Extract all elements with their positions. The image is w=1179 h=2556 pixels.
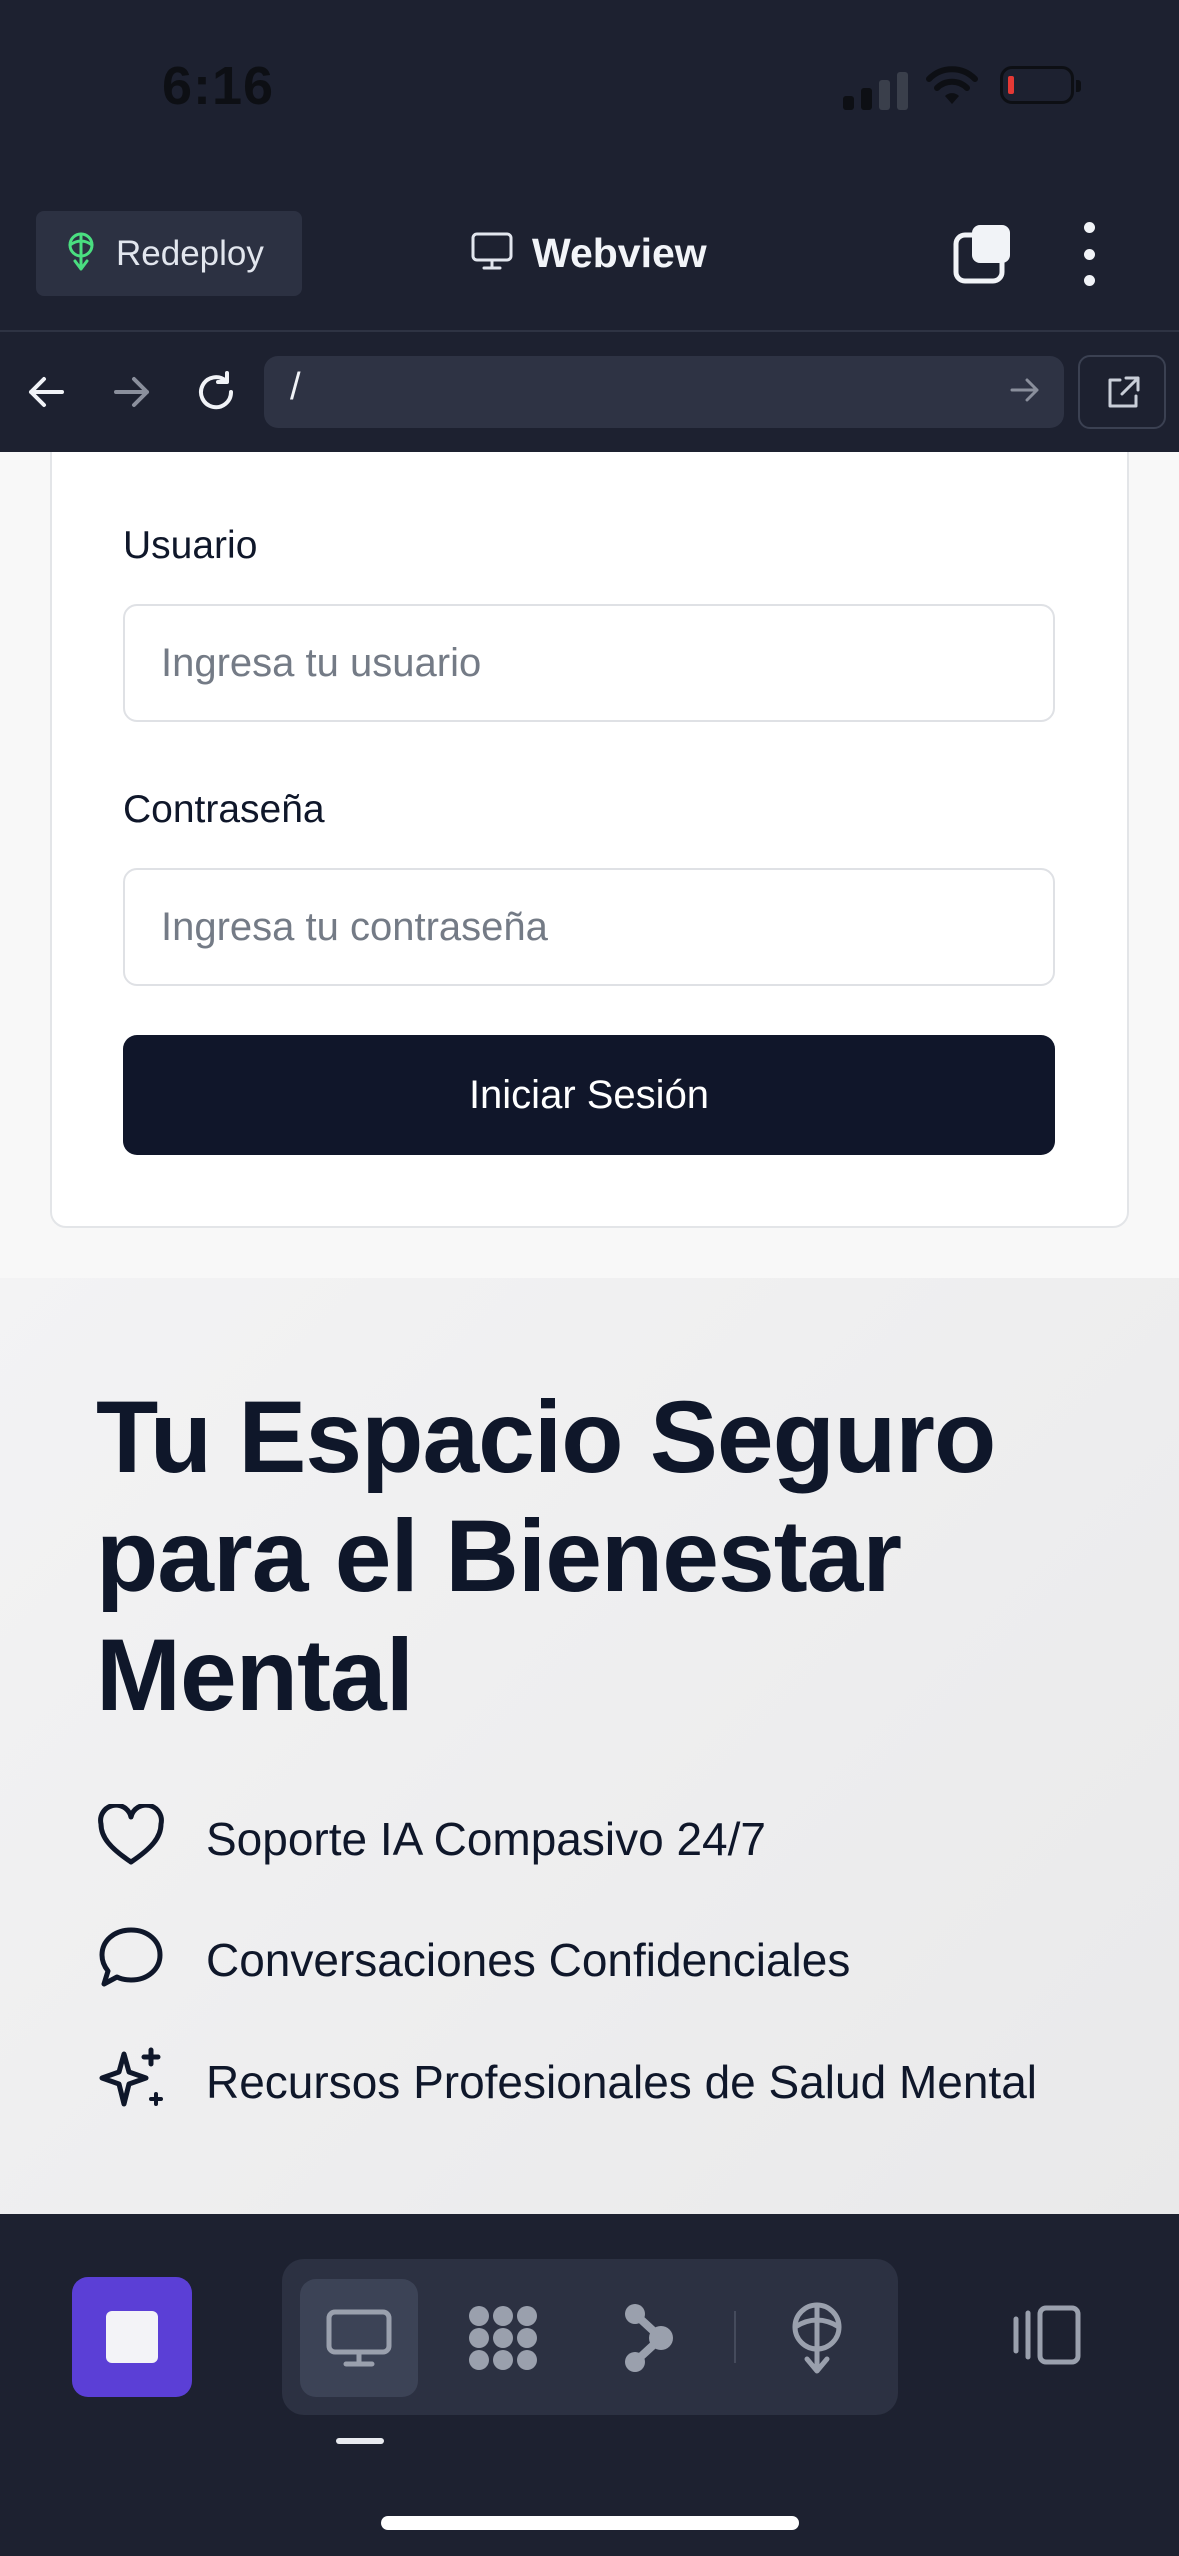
panel-toggle-icon: [1013, 2305, 1081, 2365]
redeploy-label: Redeploy: [116, 233, 264, 273]
username-input[interactable]: [123, 604, 1055, 722]
wifi-icon: [925, 66, 979, 111]
deploy-icon: [792, 2302, 842, 2374]
desktop-icon: [326, 2309, 392, 2367]
home-indicator: [381, 2516, 799, 2530]
redeploy-icon: [64, 231, 98, 276]
desktop-tool-button[interactable]: [300, 2279, 418, 2397]
login-button[interactable]: Iniciar Sesión: [123, 1035, 1055, 1155]
monitor-icon: [470, 231, 514, 276]
status-time: 6:16: [162, 56, 275, 116]
stop-button[interactable]: [72, 2277, 192, 2397]
more-options-icon[interactable]: [1074, 222, 1104, 286]
grid-icon: [469, 2306, 537, 2370]
feature-text: Conversaciones Confidenciales: [206, 1933, 851, 1986]
url-text: /: [290, 366, 301, 408]
chat-bubble-icon: [96, 1924, 166, 1995]
feature-text: Recursos Profesionales de Salud Mental: [206, 2055, 1038, 2108]
forward-arrow-icon[interactable]: [112, 372, 152, 417]
page-title: Webview: [532, 229, 707, 276]
password-input[interactable]: [123, 868, 1055, 986]
stop-icon: [106, 2311, 158, 2363]
password-label: Contraseña: [123, 788, 325, 831]
tabs-icon: [953, 225, 1010, 284]
tool-divider: [734, 2311, 736, 2363]
webview-title: Webview: [470, 222, 707, 284]
heart-icon: [96, 1802, 166, 1873]
feature-text: Soporte IA Compasivo 24/7: [206, 1812, 766, 1865]
hero-section: Tu Espacio Seguro para el Bienestar Ment…: [0, 1278, 1179, 2214]
feature-item: Conversaciones Confidenciales: [96, 1924, 850, 1995]
cellular-signal-icon: [843, 72, 908, 110]
tabs-button[interactable]: [952, 223, 1014, 285]
battery-icon: [1000, 66, 1081, 104]
tool-group: [282, 2259, 898, 2415]
back-arrow-icon[interactable]: [26, 372, 66, 417]
external-link-icon: [1108, 376, 1140, 408]
git-branch-icon: [625, 2304, 673, 2372]
feature-item: Soporte IA Compasivo 24/7: [96, 1802, 766, 1873]
username-label: Usuario: [123, 524, 258, 567]
redeploy-button[interactable]: Redeploy: [36, 211, 302, 296]
active-tool-indicator: [336, 2438, 384, 2444]
hero-title: Tu Espacio Seguro para el Bienestar Ment…: [96, 1380, 996, 1732]
panel-toggle-button[interactable]: [1010, 2305, 1082, 2370]
reload-icon[interactable]: [194, 370, 238, 419]
grid-tool-button[interactable]: [444, 2279, 562, 2397]
deploy-tool-button[interactable]: [758, 2279, 876, 2397]
open-external-button[interactable]: [1078, 355, 1166, 429]
feature-item: Recursos Profesionales de Salud Mental: [96, 2044, 1037, 2119]
go-arrow-icon[interactable]: [1009, 374, 1041, 411]
url-input[interactable]: [264, 356, 1064, 428]
branch-tool-button[interactable]: [588, 2279, 706, 2397]
webview-content: Usuario Contraseña Iniciar Sesión Tu Esp…: [0, 452, 1179, 2214]
sparkles-icon: [96, 2044, 166, 2119]
